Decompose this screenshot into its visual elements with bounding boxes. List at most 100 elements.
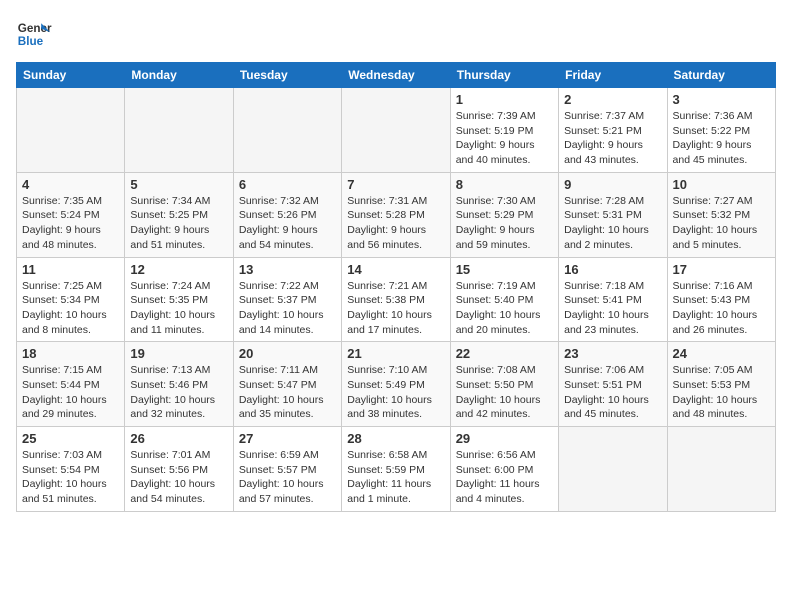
- calendar-cell: [667, 427, 775, 512]
- day-number: 17: [673, 262, 770, 277]
- logo: General Blue: [16, 16, 52, 52]
- day-number: 14: [347, 262, 444, 277]
- day-info: Sunrise: 7:28 AM Sunset: 5:31 PM Dayligh…: [564, 194, 661, 253]
- day-number: 26: [130, 431, 227, 446]
- calendar-cell: 17 Sunrise: 7:16 AM Sunset: 5:43 PM Dayli…: [667, 257, 775, 342]
- day-number: 5: [130, 177, 227, 192]
- day-number: 10: [673, 177, 770, 192]
- weekday-header-friday: Friday: [559, 63, 667, 88]
- day-info: Sunrise: 7:11 AM Sunset: 5:47 PM Dayligh…: [239, 363, 336, 422]
- calendar-cell: 14 Sunrise: 7:21 AM Sunset: 5:38 PM Dayli…: [342, 257, 450, 342]
- day-number: 19: [130, 346, 227, 361]
- day-number: 2: [564, 92, 661, 107]
- day-info: Sunrise: 7:35 AM Sunset: 5:24 PM Dayligh…: [22, 194, 119, 253]
- calendar-cell: [17, 88, 125, 173]
- day-number: 27: [239, 431, 336, 446]
- day-info: Sunrise: 7:15 AM Sunset: 5:44 PM Dayligh…: [22, 363, 119, 422]
- calendar-cell: 19 Sunrise: 7:13 AM Sunset: 5:46 PM Dayli…: [125, 342, 233, 427]
- calendar-cell: [233, 88, 341, 173]
- calendar-cell: 4 Sunrise: 7:35 AM Sunset: 5:24 PM Daylig…: [17, 172, 125, 257]
- calendar-cell: 8 Sunrise: 7:30 AM Sunset: 5:29 PM Daylig…: [450, 172, 558, 257]
- calendar-cell: 13Sunrise: 7:22 AM Sunset: 5:37 PM Dayli…: [233, 257, 341, 342]
- weekday-header-wednesday: Wednesday: [342, 63, 450, 88]
- page-header: General Blue: [16, 16, 776, 52]
- day-info: Sunrise: 7:27 AM Sunset: 5:32 PM Dayligh…: [673, 194, 770, 253]
- calendar-cell: 3Sunrise: 7:36 AM Sunset: 5:22 PM Daylig…: [667, 88, 775, 173]
- calendar-cell: 1 Sunrise: 7:39 AM Sunset: 5:19 PM Daylig…: [450, 88, 558, 173]
- day-number: 16: [564, 262, 661, 277]
- calendar-cell: 23 Sunrise: 7:06 AM Sunset: 5:51 PM Dayli…: [559, 342, 667, 427]
- day-info: Sunrise: 7:39 AM Sunset: 5:19 PM Dayligh…: [456, 109, 553, 168]
- day-number: 21: [347, 346, 444, 361]
- day-number: 8: [456, 177, 553, 192]
- day-info: Sunrise: 7:13 AM Sunset: 5:46 PM Dayligh…: [130, 363, 227, 422]
- calendar-cell: 29 Sunrise: 6:56 AM Sunset: 6:00 PM Dayli…: [450, 427, 558, 512]
- calendar-table: SundayMondayTuesdayWednesdayThursdayFrid…: [16, 62, 776, 512]
- day-info: Sunrise: 7:36 AM Sunset: 5:22 PM Dayligh…: [673, 109, 770, 168]
- day-info: Sunrise: 7:16 AM Sunset: 5:43 PM Dayligh…: [673, 279, 770, 338]
- day-info: Sunrise: 7:32 AM Sunset: 5:26 PM Dayligh…: [239, 194, 336, 253]
- day-info: Sunrise: 6:56 AM Sunset: 6:00 PM Dayligh…: [456, 448, 553, 507]
- weekday-header-thursday: Thursday: [450, 63, 558, 88]
- calendar-cell: 20 Sunrise: 7:11 AM Sunset: 5:47 PM Dayli…: [233, 342, 341, 427]
- day-number: 25: [22, 431, 119, 446]
- day-info: Sunrise: 7:30 AM Sunset: 5:29 PM Dayligh…: [456, 194, 553, 253]
- day-info: Sunrise: 7:08 AM Sunset: 5:50 PM Dayligh…: [456, 363, 553, 422]
- calendar-cell: 15 Sunrise: 7:19 AM Sunset: 5:40 PM Dayli…: [450, 257, 558, 342]
- calendar-week-row: 4 Sunrise: 7:35 AM Sunset: 5:24 PM Daylig…: [17, 172, 776, 257]
- calendar-cell: 24Sunrise: 7:05 AM Sunset: 5:53 PM Dayli…: [667, 342, 775, 427]
- calendar-cell: 6Sunrise: 7:32 AM Sunset: 5:26 PM Daylig…: [233, 172, 341, 257]
- calendar-cell: 27 Sunrise: 6:59 AM Sunset: 5:57 PM Dayli…: [233, 427, 341, 512]
- weekday-header-tuesday: Tuesday: [233, 63, 341, 88]
- calendar-cell: 16 Sunrise: 7:18 AM Sunset: 5:41 PM Dayli…: [559, 257, 667, 342]
- calendar-cell: 7 Sunrise: 7:31 AM Sunset: 5:28 PM Daylig…: [342, 172, 450, 257]
- day-number: 7: [347, 177, 444, 192]
- day-info: Sunrise: 7:34 AM Sunset: 5:25 PM Dayligh…: [130, 194, 227, 253]
- calendar-cell: [125, 88, 233, 173]
- day-number: 20: [239, 346, 336, 361]
- logo-icon: General Blue: [16, 16, 52, 52]
- weekday-header-row: SundayMondayTuesdayWednesdayThursdayFrid…: [17, 63, 776, 88]
- calendar-week-row: 25 Sunrise: 7:03 AM Sunset: 5:54 PM Dayli…: [17, 427, 776, 512]
- calendar-cell: 9 Sunrise: 7:28 AM Sunset: 5:31 PM Daylig…: [559, 172, 667, 257]
- calendar-cell: 10 Sunrise: 7:27 AM Sunset: 5:32 PM Dayli…: [667, 172, 775, 257]
- day-info: Sunrise: 7:19 AM Sunset: 5:40 PM Dayligh…: [456, 279, 553, 338]
- day-number: 18: [22, 346, 119, 361]
- calendar-week-row: 18 Sunrise: 7:15 AM Sunset: 5:44 PM Dayli…: [17, 342, 776, 427]
- day-info: Sunrise: 7:25 AM Sunset: 5:34 PM Dayligh…: [22, 279, 119, 338]
- day-number: 29: [456, 431, 553, 446]
- weekday-header-monday: Monday: [125, 63, 233, 88]
- calendar-cell: 2 Sunrise: 7:37 AM Sunset: 5:21 PM Daylig…: [559, 88, 667, 173]
- day-info: Sunrise: 7:01 AM Sunset: 5:56 PM Dayligh…: [130, 448, 227, 507]
- calendar-week-row: 1 Sunrise: 7:39 AM Sunset: 5:19 PM Daylig…: [17, 88, 776, 173]
- day-number: 11: [22, 262, 119, 277]
- day-info: Sunrise: 7:06 AM Sunset: 5:51 PM Dayligh…: [564, 363, 661, 422]
- day-info: Sunrise: 7:05 AM Sunset: 5:53 PM Dayligh…: [673, 363, 770, 422]
- day-info: Sunrise: 7:31 AM Sunset: 5:28 PM Dayligh…: [347, 194, 444, 253]
- calendar-cell: 18 Sunrise: 7:15 AM Sunset: 5:44 PM Dayli…: [17, 342, 125, 427]
- day-info: Sunrise: 7:03 AM Sunset: 5:54 PM Dayligh…: [22, 448, 119, 507]
- calendar-cell: 5 Sunrise: 7:34 AM Sunset: 5:25 PM Daylig…: [125, 172, 233, 257]
- calendar-cell: [342, 88, 450, 173]
- day-info: Sunrise: 6:58 AM Sunset: 5:59 PM Dayligh…: [347, 448, 444, 507]
- day-info: Sunrise: 7:37 AM Sunset: 5:21 PM Dayligh…: [564, 109, 661, 168]
- calendar-cell: [559, 427, 667, 512]
- calendar-cell: 28 Sunrise: 6:58 AM Sunset: 5:59 PM Dayli…: [342, 427, 450, 512]
- calendar-cell: 12Sunrise: 7:24 AM Sunset: 5:35 PM Dayli…: [125, 257, 233, 342]
- day-info: Sunrise: 6:59 AM Sunset: 5:57 PM Dayligh…: [239, 448, 336, 507]
- day-number: 15: [456, 262, 553, 277]
- svg-text:General: General: [18, 22, 52, 35]
- calendar-cell: 22Sunrise: 7:08 AM Sunset: 5:50 PM Dayli…: [450, 342, 558, 427]
- calendar-cell: 26 Sunrise: 7:01 AM Sunset: 5:56 PM Dayli…: [125, 427, 233, 512]
- calendar-week-row: 11 Sunrise: 7:25 AM Sunset: 5:34 PM Dayli…: [17, 257, 776, 342]
- day-number: 12: [130, 262, 227, 277]
- weekday-header-saturday: Saturday: [667, 63, 775, 88]
- day-info: Sunrise: 7:18 AM Sunset: 5:41 PM Dayligh…: [564, 279, 661, 338]
- day-number: 1: [456, 92, 553, 107]
- day-number: 28: [347, 431, 444, 446]
- day-number: 4: [22, 177, 119, 192]
- day-number: 13: [239, 262, 336, 277]
- day-info: Sunrise: 7:21 AM Sunset: 5:38 PM Dayligh…: [347, 279, 444, 338]
- day-number: 23: [564, 346, 661, 361]
- day-number: 9: [564, 177, 661, 192]
